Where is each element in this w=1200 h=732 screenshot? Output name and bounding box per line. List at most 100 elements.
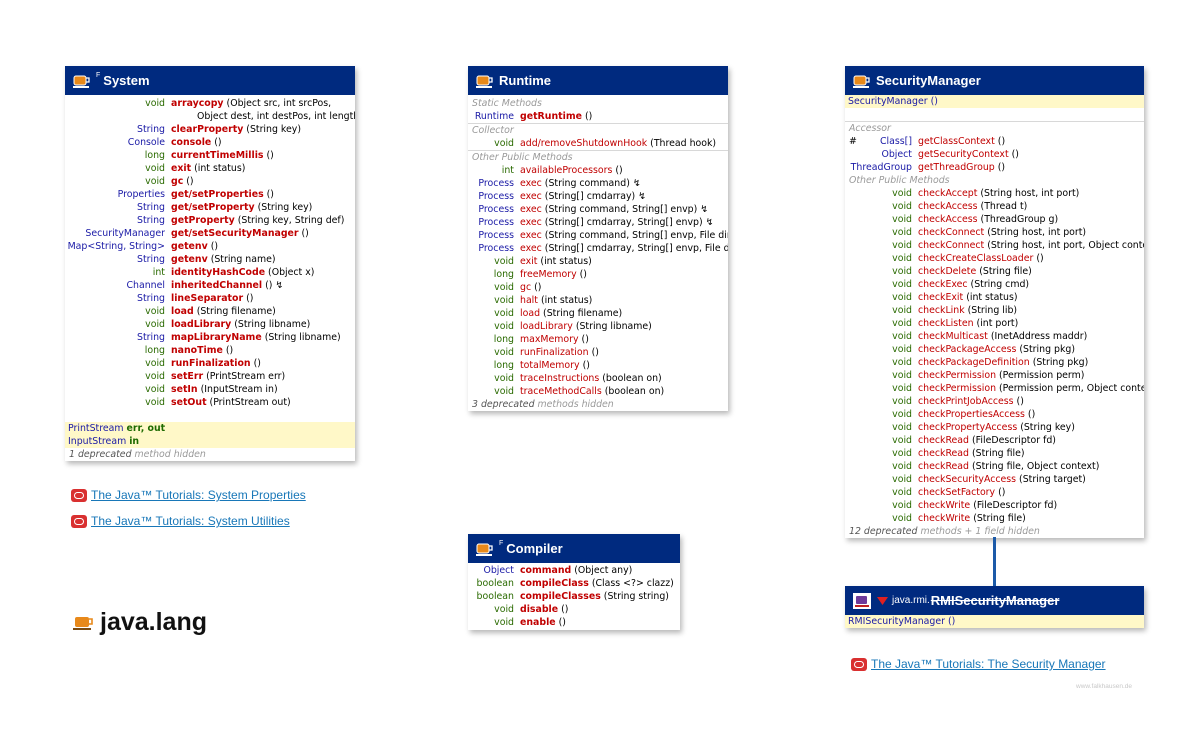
method-row[interactable]: Map<String, String> getenv () [65,240,355,253]
method-row[interactable]: void checkMulticast (InetAddress maddr) [845,330,1144,343]
method-row[interactable]: void checkPropertiesAccess () [845,408,1144,421]
class-header-rmisecuritymanager[interactable]: java.rmi. RMISecurityManager [845,586,1144,615]
method-row[interactable]: int identityHashCode (Object x) [65,266,355,279]
method-row[interactable]: Properties get/setProperties () [65,188,355,201]
method-row[interactable]: void checkRead (FileDescriptor fd) [845,434,1144,447]
method-row[interactable]: Process exec (String command) ↯ [468,177,728,190]
method-row[interactable]: void checkRead (String file, Object conte… [845,460,1144,473]
method-name: halt [520,295,538,306]
method-row[interactable]: long totalMemory () [468,359,728,372]
method-params: (String cmd) [970,279,1030,290]
method-row[interactable]: void load (String filename) [65,305,355,318]
method-row[interactable]: Channel inheritedChannel () ↯ [65,279,355,292]
link-system-properties[interactable]: The Java™ Tutorials: System Properties [71,488,306,502]
method-row[interactable]: boolean compileClass (Class <?> clazz) [468,577,680,590]
method-signature: getRuntime () [520,110,728,123]
method-row[interactable]: long currentTimeMillis () [65,149,355,162]
method-row[interactable]: void checkCreateClassLoader () [845,252,1144,265]
field-row[interactable]: InputStream in [65,435,355,448]
method-row[interactable]: void runFinalization () [65,357,355,370]
method-row[interactable]: Object dest, int destPos, int length) [65,110,355,123]
class-header-securitymanager[interactable]: SecurityManager [845,66,1144,95]
method-row[interactable]: void enable () [468,616,680,629]
method-signature: exec (String[] cmdarray, String[] envp, … [520,242,728,255]
method-row[interactable]: long maxMemory () [468,333,728,346]
method-row[interactable]: String get/setProperty (String key) [65,201,355,214]
method-row[interactable]: void exit (int status) [468,255,728,268]
method-row[interactable]: void checkSecurityAccess (String target) [845,473,1144,486]
method-name: clearProperty [171,124,244,135]
link-security-manager[interactable]: The Java™ Tutorials: The Security Manage… [851,657,1106,671]
method-row[interactable]: Object command (Object any) [468,564,680,577]
method-row[interactable]: void checkPackageDefinition (String pkg) [845,356,1144,369]
class-header-system[interactable]: F System [65,66,355,95]
method-params: () [561,604,569,615]
method-row[interactable]: void checkExit (int status) [845,291,1144,304]
method-row[interactable]: void checkListen (int port) [845,317,1144,330]
method-row[interactable]: Process exec (String[] cmdarray, String[]… [468,242,728,255]
method-row[interactable]: boolean compileClasses (String string) [468,590,680,603]
field-row[interactable]: PrintStream err, out [65,422,355,435]
method-row[interactable]: void exit (int status) [65,162,355,175]
method-row[interactable]: void traceInstructions (boolean on) [468,372,728,385]
method-row[interactable]: void runFinalization () [468,346,728,359]
method-row[interactable]: Process exec (String command, String[] en… [468,229,728,242]
method-row[interactable]: void checkDelete (String file) [845,265,1144,278]
return-type: void [892,318,912,329]
method-row[interactable]: void checkPermission (Permission perm) [845,369,1144,382]
method-row[interactable]: Runtime getRuntime () [468,110,728,123]
method-row[interactable]: void checkRead (String file) [845,447,1144,460]
method-row[interactable]: void checkWrite (String file) [845,512,1144,525]
method-row[interactable]: void halt (int status) [468,294,728,307]
method-row[interactable]: ThreadGroup getThreadGroup () [845,161,1144,174]
class-header-compiler[interactable]: F Compiler [468,534,680,563]
method-row[interactable]: void checkLink (String lib) [845,304,1144,317]
method-row[interactable]: void gc () [468,281,728,294]
method-row[interactable]: Console console () [65,136,355,149]
method-row[interactable]: void load (String filename) [468,307,728,320]
method-row[interactable]: void checkExec (String cmd) [845,278,1144,291]
method-row[interactable]: void disable () [468,603,680,616]
method-row[interactable]: void arraycopy (Object src, int srcPos, [65,97,355,110]
method-row[interactable]: long freeMemory () [468,268,728,281]
method-row[interactable]: Process exec (String[] cmdarray) ↯ [468,190,728,203]
method-row[interactable]: void checkSetFactory () [845,486,1144,499]
method-row[interactable]: void checkAccess (Thread t) [845,200,1144,213]
method-row[interactable]: long nanoTime () [65,344,355,357]
method-row[interactable]: void checkAccess (ThreadGroup g) [845,213,1144,226]
method-row[interactable]: String getProperty (String key, String de… [65,214,355,227]
method-row[interactable]: void checkConnect (String host, int port,… [845,239,1144,252]
method-row[interactable]: void checkPrintJobAccess () [845,395,1144,408]
method-row[interactable]: void setOut (PrintStream out) [65,396,355,409]
method-row[interactable]: void checkPermission (Permission perm, Ob… [845,382,1144,395]
constructor-row[interactable]: SecurityManager () [845,95,1144,108]
method-row[interactable]: void checkPropertyAccess (String key) [845,421,1144,434]
method-row[interactable]: Process exec (String command, String[] en… [468,203,728,216]
class-header-runtime[interactable]: Runtime [468,66,728,95]
method-row[interactable]: Object getSecurityContext () [845,148,1144,161]
constructor-row[interactable]: RMISecurityManager () [845,615,1144,628]
method-name: getThreadGroup [918,162,995,173]
method-row[interactable]: void setIn (InputStream in) [65,383,355,396]
method-row[interactable]: # Class[] getClassContext () [845,135,1144,148]
method-row[interactable]: SecurityManager get/setSecurityManager () [65,227,355,240]
method-row[interactable]: String lineSeparator () [65,292,355,305]
method-row[interactable]: void loadLibrary (String libname) [65,318,355,331]
method-row[interactable]: void add/removeShutdownHook (Thread hook) [468,137,728,150]
method-row[interactable]: int availableProcessors () [468,164,728,177]
method-row[interactable]: String getenv (String name) [65,253,355,266]
protected-marker [845,161,849,174]
method-row[interactable]: void setErr (PrintStream err) [65,370,355,383]
method-row[interactable]: void checkConnect (String host, int port) [845,226,1144,239]
method-row[interactable]: void gc () [65,175,355,188]
method-row[interactable]: void traceMethodCalls (boolean on) [468,385,728,398]
method-row[interactable]: String clearProperty (String key) [65,123,355,136]
method-row[interactable]: String mapLibraryName (String libname) [65,331,355,344]
link-system-utilities[interactable]: The Java™ Tutorials: System Utilities [71,514,290,528]
method-row[interactable]: void checkPackageAccess (String pkg) [845,343,1144,356]
method-row[interactable]: Process exec (String[] cmdarray, String[]… [468,216,728,229]
return-type: void [892,448,912,459]
method-row[interactable]: void checkAccept (String host, int port) [845,187,1144,200]
method-row[interactable]: void loadLibrary (String libname) [468,320,728,333]
method-row[interactable]: void checkWrite (FileDescriptor fd) [845,499,1144,512]
